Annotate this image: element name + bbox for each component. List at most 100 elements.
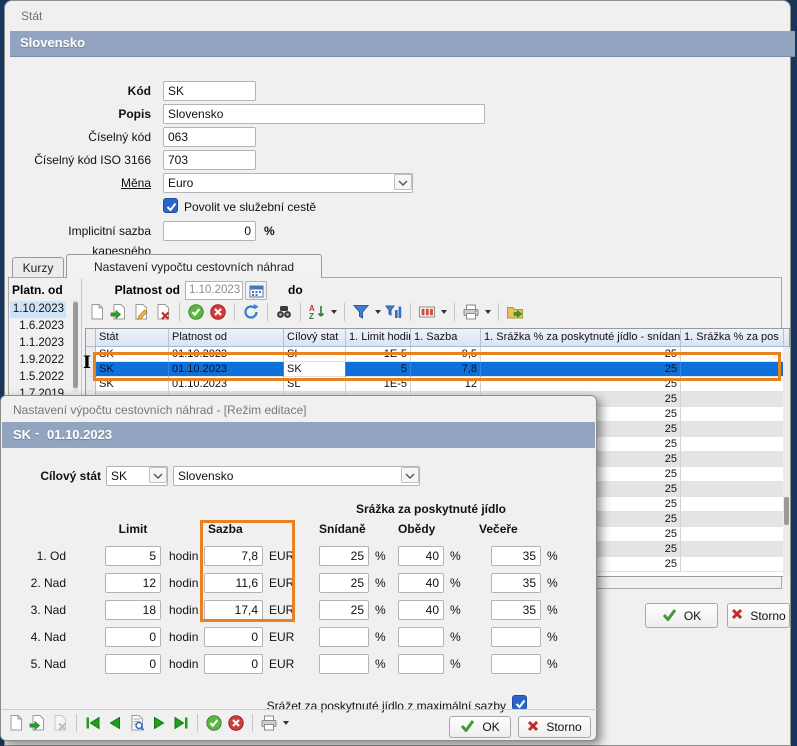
print-icon[interactable] <box>260 714 278 732</box>
dialog-storno-button[interactable]: Storno <box>518 716 591 738</box>
refresh-icon[interactable] <box>242 303 260 321</box>
validity-date-item[interactable]: 1.1.2023 <box>10 335 66 352</box>
cilovy-stat-combobox[interactable] <box>106 466 168 486</box>
scrollbar-thumb[interactable] <box>73 302 78 388</box>
accept-changes-icon[interactable] <box>205 714 223 732</box>
validity-list-scrollbar[interactable] <box>73 300 78 393</box>
grid-cell[interactable] <box>681 512 784 527</box>
calendar-button[interactable] <box>245 281 267 300</box>
tab-kurzy[interactable]: Kurzy <box>12 257 64 278</box>
vecere-input[interactable] <box>491 600 541 620</box>
snidane-input[interactable] <box>319 546 369 566</box>
columns-icon[interactable] <box>418 303 436 321</box>
print-dropdown-arrow-icon[interactable] <box>283 721 289 725</box>
limit-input[interactable] <box>105 654 161 674</box>
last-record-icon[interactable] <box>172 714 190 732</box>
obedy-input[interactable] <box>398 627 444 647</box>
grid-column-header[interactable]: 1. Sazba <box>411 329 481 346</box>
new-record-icon[interactable] <box>7 714 25 732</box>
validity-date-item[interactable]: 1.9.2022 <box>10 352 66 369</box>
vecere-input[interactable] <box>491 573 541 593</box>
grid-cell[interactable] <box>681 557 784 572</box>
vecere-input[interactable] <box>491 627 541 647</box>
validity-date-item[interactable]: 1.10.2023 <box>10 301 66 318</box>
delete-record-icon[interactable] <box>154 303 172 321</box>
archive-export-icon[interactable] <box>506 303 524 321</box>
sazba-input[interactable] <box>204 627 263 647</box>
search-icon[interactable] <box>275 303 293 321</box>
mena-dropdown-button[interactable] <box>394 174 412 190</box>
columns-dropdown-arrow-icon[interactable] <box>441 310 447 314</box>
mena-input[interactable] <box>163 173 413 193</box>
cilovy-stat-name-combobox[interactable] <box>173 466 420 486</box>
delete-record-icon[interactable] <box>51 714 69 732</box>
grid-cell[interactable] <box>681 437 784 452</box>
print-dropdown-arrow-icon[interactable] <box>485 310 491 314</box>
limit-input[interactable] <box>105 600 161 620</box>
grid-cell[interactable] <box>681 467 784 482</box>
grid-column-header[interactable]: Cílový stat <box>284 329 346 346</box>
obedy-input[interactable] <box>398 573 444 593</box>
accept-changes-icon[interactable] <box>187 303 205 321</box>
grid-column-header[interactable]: 1. Limit hodin <box>346 329 411 346</box>
grid-column-header[interactable]: Platnost od <box>169 329 284 346</box>
validity-date-item[interactable]: 1.5.2022 <box>10 369 66 386</box>
print-icon[interactable] <box>462 303 480 321</box>
grid-cell[interactable] <box>681 482 784 497</box>
obedy-input[interactable] <box>398 654 444 674</box>
grid-column-header[interactable]: 1. Srážka % za pos <box>681 329 784 346</box>
next-record-icon[interactable] <box>150 714 168 732</box>
previous-record-icon[interactable] <box>106 714 124 732</box>
insert-record-icon[interactable] <box>110 303 128 321</box>
obedy-input[interactable] <box>398 546 444 566</box>
view-record-icon[interactable] <box>128 714 146 732</box>
grid-scrollbar[interactable] <box>783 347 790 577</box>
povolit-checkbox[interactable] <box>163 198 178 213</box>
tab-nahrady[interactable]: Nastavení vypočtu cestovních náhrad <box>66 254 322 278</box>
grid-cell[interactable] <box>681 422 784 437</box>
snidane-input[interactable] <box>319 654 369 674</box>
iso-kod-input[interactable] <box>163 150 256 170</box>
grid-cell[interactable] <box>681 392 784 407</box>
mena-combobox[interactable] <box>163 173 413 193</box>
main-ok-button[interactable]: OK <box>645 603 718 628</box>
sort-dropdown-arrow-icon[interactable] <box>331 310 337 314</box>
sort-az-icon[interactable]: AZ <box>308 303 326 321</box>
kod-input[interactable] <box>163 81 256 101</box>
edit-record-icon[interactable] <box>132 303 150 321</box>
snidane-input[interactable] <box>319 600 369 620</box>
popis-input[interactable] <box>163 104 485 124</box>
limit-input[interactable] <box>105 546 161 566</box>
ciselny-kod-input[interactable] <box>163 127 256 147</box>
deduct-max-rate-checkbox[interactable] <box>512 695 527 710</box>
filter-icon[interactable] <box>352 303 370 321</box>
limit-input[interactable] <box>105 627 161 647</box>
grid-column-header[interactable]: 1. Srážka % za poskytnuté jídlo - snídan… <box>481 329 681 346</box>
filter-dropdown-arrow-icon[interactable] <box>375 310 381 314</box>
grid-cell[interactable] <box>681 497 784 512</box>
new-record-icon[interactable] <box>88 303 106 321</box>
platnost-od-input[interactable]: 1.10.2023 <box>185 281 243 300</box>
grid-scrollbar-thumb[interactable] <box>784 497 789 525</box>
main-storno-button[interactable]: Storno <box>727 603 790 628</box>
grid-cell[interactable] <box>681 407 784 422</box>
snidane-input[interactable] <box>319 627 369 647</box>
vecere-input[interactable] <box>491 546 541 566</box>
snidane-input[interactable] <box>319 573 369 593</box>
insert-record-icon[interactable] <box>29 714 47 732</box>
dialog-ok-button[interactable]: OK <box>449 716 511 738</box>
validity-date-item[interactable]: 1.6.2023 <box>10 318 66 335</box>
grid-cell[interactable] <box>681 452 784 467</box>
grid-cell[interactable] <box>681 527 784 542</box>
vecere-input[interactable] <box>491 654 541 674</box>
cilovy-stat-name-input[interactable] <box>173 466 420 486</box>
cilovy-stat-dropdown-button[interactable] <box>149 467 167 483</box>
filter-analysis-icon[interactable] <box>385 303 403 321</box>
grid-cell[interactable] <box>681 542 784 557</box>
cilovy-stat-name-dropdown-button[interactable] <box>401 467 419 483</box>
limit-input[interactable] <box>105 573 161 593</box>
obedy-input[interactable] <box>398 600 444 620</box>
cancel-changes-icon[interactable] <box>227 714 245 732</box>
grid-column-header[interactable]: Stát <box>96 329 169 346</box>
cancel-changes-icon[interactable] <box>209 303 227 321</box>
